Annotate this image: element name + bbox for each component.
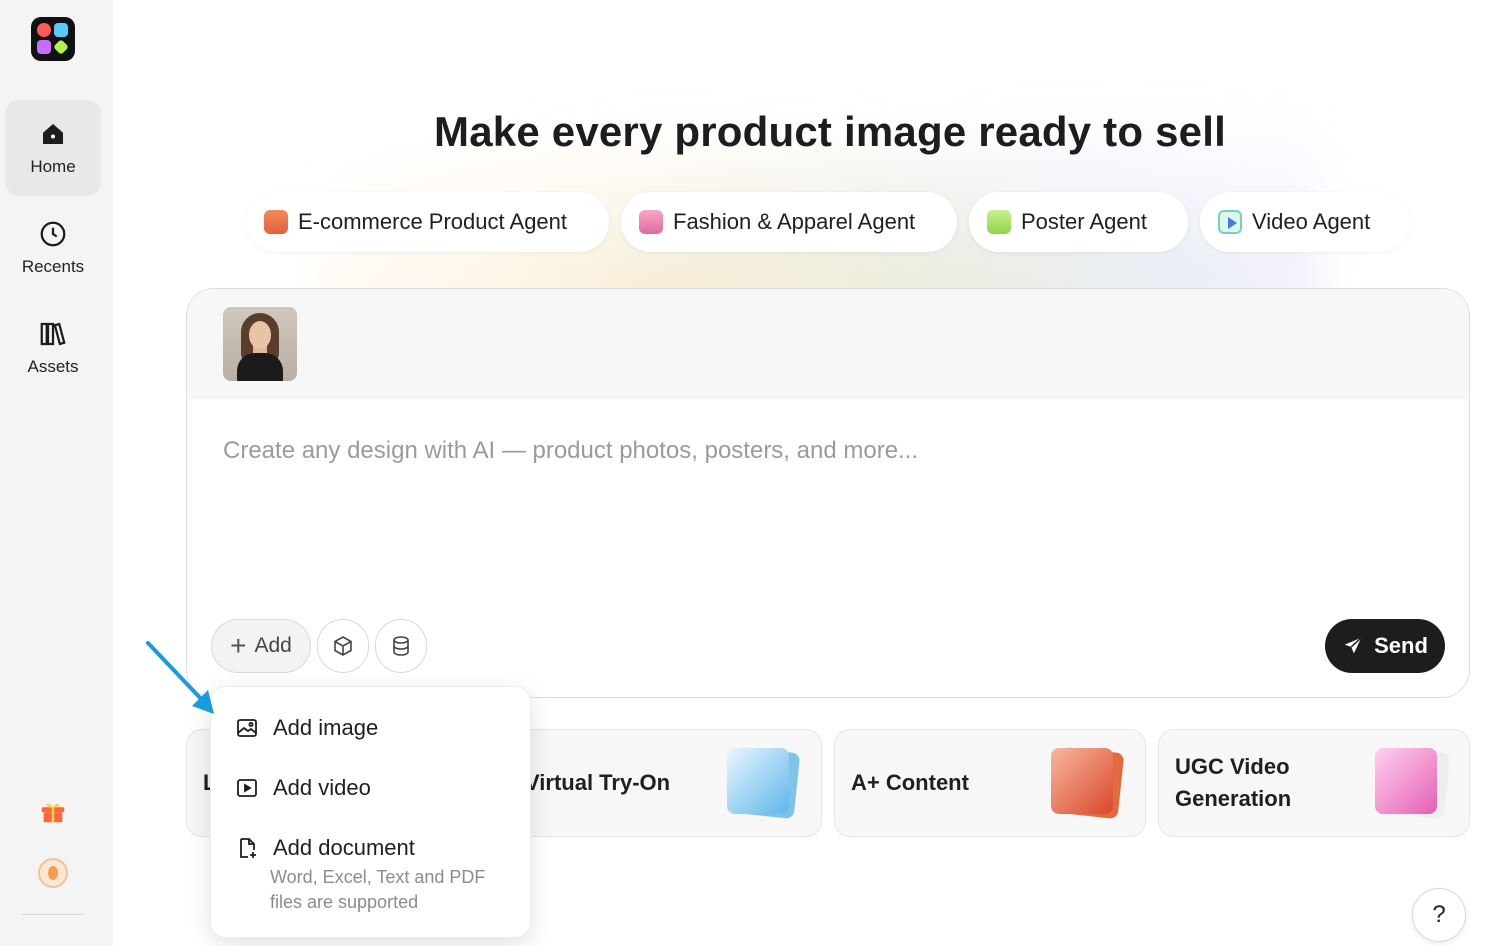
agent-chip-label: Fashion & Apparel Agent [673, 209, 916, 234]
home-icon [43, 124, 63, 144]
send-icon [1344, 637, 1362, 654]
agent-chip-fashion[interactable]: Fashion & Apparel Agent [621, 192, 957, 252]
sofa-icon [264, 210, 288, 234]
shirt-icon [639, 210, 663, 234]
sidebar-item-label: Assets [27, 357, 79, 376]
image-icon [237, 719, 257, 737]
virtual-try-on-thumbnail [727, 746, 801, 820]
document-support-hint: Word, Excel, Text and PDF files are supp… [270, 867, 486, 912]
attachment-bar [187, 289, 1469, 399]
attached-image-thumbnail[interactable] [223, 307, 297, 381]
ugc-video-thumbnail [1375, 746, 1451, 820]
document-icon [240, 838, 256, 858]
add-button[interactable]: + Add [211, 619, 311, 673]
send-button-label: Send [1374, 633, 1428, 658]
plus-icon: + [230, 630, 247, 661]
feature-card-label: A+ Content [851, 770, 969, 795]
agent-chip-label: Video Agent [1252, 209, 1371, 234]
feature-card-ugc-video[interactable]: UGC Video Generation [1158, 729, 1470, 837]
page-title: Make every product image ready to sell [434, 108, 1226, 155]
cube-icon [334, 636, 352, 656]
add-image-item[interactable]: Add image [235, 715, 378, 741]
library-icon [40, 322, 66, 346]
sidebar-item-label: Recents [21, 257, 85, 276]
add-button-label: Add [254, 634, 292, 657]
add-menu: Add image Add video Add document Word, E… [210, 686, 531, 938]
help-button[interactable]: ? [1412, 888, 1466, 942]
sidebar-item-home[interactable]: Home [5, 100, 101, 196]
help-label: ? [1432, 901, 1446, 928]
sidebar: Home Recents Assets [0, 0, 113, 946]
agent-chip-label: E-commerce Product Agent [298, 209, 568, 234]
menu-item-label: Add video [273, 775, 371, 800]
agent-chip-poster[interactable]: Poster Agent [969, 192, 1188, 252]
poster-icon [987, 210, 1011, 234]
video-play-icon [1218, 210, 1242, 234]
knowledge-base-button[interactable] [375, 619, 427, 673]
sidebar-item-assets[interactable]: Assets [5, 300, 101, 396]
product-box-button[interactable] [317, 619, 369, 673]
prompt-composer: Create any design with AI — product phot… [186, 288, 1470, 698]
video-icon [237, 779, 257, 797]
clock-icon [40, 221, 66, 247]
gift-icon[interactable] [38, 796, 68, 826]
feature-card-virtual-try-on[interactable]: Virtual Try-On [510, 729, 822, 837]
app-logo[interactable] [31, 17, 75, 61]
menu-item-label: Add document [273, 835, 415, 860]
send-button[interactable]: Send [1325, 619, 1445, 673]
agent-chip-video[interactable]: Video Agent [1200, 192, 1410, 252]
add-document-item[interactable]: Add document [235, 835, 415, 861]
sidebar-item-recents[interactable]: Recents [5, 200, 101, 296]
a-plus-content-thumbnail [1051, 746, 1125, 820]
feature-card-a-plus-content[interactable]: A+ Content [834, 729, 1146, 837]
prompt-input[interactable]: Create any design with AI — product phot… [223, 437, 918, 465]
agent-chip-label: Poster Agent [1021, 209, 1147, 234]
add-video-item[interactable]: Add video [235, 775, 371, 801]
sidebar-divider [22, 914, 84, 915]
database-icon [393, 636, 409, 656]
feature-card-label: UGC Video Generation [1175, 754, 1292, 811]
sidebar-item-label: Home [30, 157, 76, 176]
menu-item-label: Add image [273, 715, 379, 740]
agent-chip-ecommerce[interactable]: E-commerce Product Agent [246, 192, 609, 252]
credits-icon[interactable] [38, 858, 68, 888]
feature-card-label: Virtual Try-On [525, 770, 671, 795]
arrow-annotation-icon [146, 641, 214, 714]
